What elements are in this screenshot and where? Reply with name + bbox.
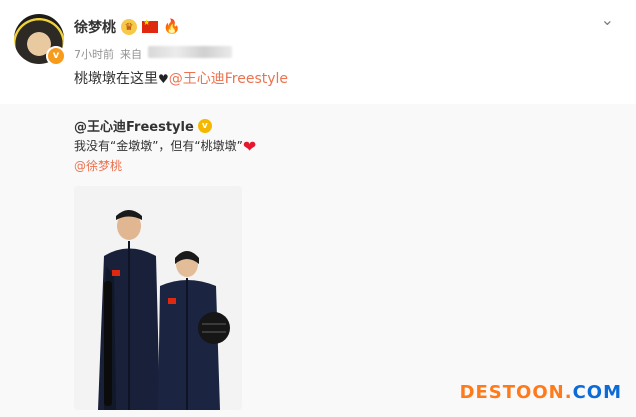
post-content: 桃墩墩在这里♥@王心迪Freestyle [74,68,288,88]
author-name[interactable]: 徐梦桃 [74,17,116,37]
watermark-dot: . [564,382,573,403]
crown-badge-icon[interactable]: ♛ [121,19,137,35]
repost-author-name[interactable]: @王心迪Freestyle [74,116,194,135]
post-image[interactable] [74,186,242,410]
post-mention-link[interactable]: @王心迪Freestyle [169,71,288,87]
watermark-part2: COM [572,382,622,403]
post-text: 桃墩墩在这里 [74,71,158,87]
repost-author-row: @王心迪Freestyle v [74,116,212,135]
watermark-part1: DESTOON [459,382,565,403]
verified-icon: v [197,118,212,133]
author-row: 徐梦桃 ♛ 🔥 [74,17,181,37]
repost-text: 我没有“金墩墩”，但有“桃墩墩”❤ [74,137,256,156]
avatar[interactable]: v [14,14,66,66]
china-flag-icon [142,18,158,33]
post-meta: 7小时前 来自 [74,46,232,62]
post-source-label: 来自 [120,48,142,61]
weibo-post: v 徐梦桃 ♛ 🔥 ⌄ 7小时前 来自 桃墩墩在这里♥@王心迪Freestyle [0,0,636,104]
post-time[interactable]: 7小时前 [74,46,114,62]
athletes-photo [74,186,242,410]
verified-icon: v [46,46,66,66]
repost-text-body: 我没有“金墩墩”，但有“桃墩墩” [74,139,243,153]
post-source-blurred [148,46,232,58]
repost-mention-link[interactable]: @徐梦桃 [74,157,122,174]
fire-icon: 🔥 [163,19,181,35]
black-heart-icon: ♥ [158,72,169,86]
reposted-weibo[interactable]: @王心迪Freestyle v 我没有“金墩墩”，但有“桃墩墩”❤ @徐梦桃 D… [0,104,636,417]
red-heart-icon: ❤ [242,137,257,156]
chevron-down-icon[interactable]: ⌄ [601,10,614,29]
watermark-logo: DESTOON.COM [460,382,622,403]
